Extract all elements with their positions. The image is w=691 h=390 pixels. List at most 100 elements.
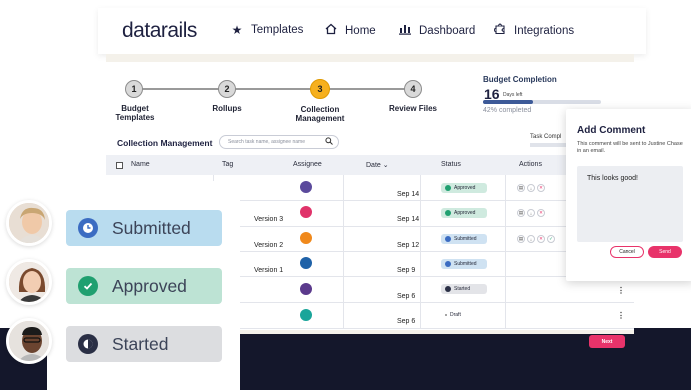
divider <box>106 54 634 62</box>
assignee-avatar[interactable] <box>300 206 312 218</box>
reject-icon[interactable]: ✕ <box>537 235 545 243</box>
days-left-label: Days left <box>503 92 523 98</box>
cancel-button[interactable]: Cancel <box>610 246 644 258</box>
row-version: Version 2 <box>254 242 284 249</box>
step-4[interactable]: 4 <box>404 80 422 98</box>
home-icon <box>324 23 338 38</box>
nav-dashboard[interactable]: Dashboard <box>398 23 475 38</box>
nav-integrations[interactable]: Integrations <box>493 23 574 38</box>
approve-icon[interactable]: ✓ <box>547 235 555 243</box>
status-text: Draft <box>450 312 461 318</box>
status-text: Approved <box>454 185 476 191</box>
dialog-title: Add Comment <box>577 125 646 136</box>
status-badge: Submitted <box>441 234 487 244</box>
task-completion-label: Task Compl <box>530 134 562 140</box>
status-label: Approved <box>112 275 187 296</box>
step-label: Budget Templates <box>115 104 155 122</box>
dialog-subtitle: This comment will be sent to Justine Cha… <box>577 141 683 154</box>
star-icon: ★ <box>231 23 243 37</box>
check-circle-icon <box>445 185 451 191</box>
status-badge: Approved <box>441 183 487 193</box>
column-date-label: Date <box>366 162 381 169</box>
dot-icon <box>445 314 447 316</box>
status-text: Started <box>454 286 471 292</box>
row-version: Version 3 <box>254 216 284 223</box>
row-actions: ▤ ↓ ✕ <box>517 209 545 217</box>
assignee-avatar[interactable] <box>300 181 312 193</box>
datarails-logo[interactable]: datarails <box>122 19 197 43</box>
clock-icon <box>445 236 451 242</box>
file-icon[interactable]: ▤ <box>517 209 525 217</box>
budget-progress-fill <box>483 100 533 104</box>
comment-textarea[interactable]: This looks good! <box>577 166 683 242</box>
file-icon[interactable]: ▤ <box>517 184 525 192</box>
reject-icon[interactable]: ✕ <box>537 209 545 217</box>
more-options-icon[interactable]: ⋮ <box>617 286 625 295</box>
column-name[interactable]: Name <box>131 161 150 168</box>
step-label: Review Files <box>388 104 438 113</box>
download-icon[interactable]: ↓ <box>527 184 535 192</box>
nav-templates[interactable]: ★ Templates <box>230 23 304 37</box>
check-circle-icon <box>78 276 98 296</box>
column-assignee[interactable]: Assignee <box>293 161 322 168</box>
search-icon <box>325 137 333 147</box>
avatar <box>6 318 52 364</box>
reject-icon[interactable]: ✕ <box>537 184 545 192</box>
next-button[interactable]: Next <box>589 335 625 348</box>
search-placeholder: Search task name, assignee name <box>228 139 305 145</box>
row-date: Sep 6 <box>397 293 416 300</box>
status-text: Submitted <box>454 236 477 242</box>
check-circle-icon <box>445 210 451 216</box>
status-badge: Started <box>441 284 487 294</box>
status-text: Approved <box>454 210 476 216</box>
step-1[interactable]: 1 <box>125 80 143 98</box>
add-comment-dialog: Add Comment This comment will be sent to… <box>566 109 691 281</box>
started-status-pill: Started <box>66 326 222 362</box>
half-circle-icon <box>445 286 451 292</box>
budget-percent: 42% completed <box>483 107 532 114</box>
row-date: Sep 14 <box>397 191 420 198</box>
collection-title: Collection Management <box>117 138 213 148</box>
column-tag[interactable]: Tag <box>222 161 233 168</box>
clock-icon <box>78 218 98 238</box>
assignee-avatar[interactable] <box>300 283 312 295</box>
avatar <box>6 259 52 305</box>
row-date: Sep 6 <box>397 318 416 325</box>
logo-text: datarails <box>122 19 197 42</box>
row-version: Version 1 <box>254 267 284 274</box>
step-number: 4 <box>410 84 416 94</box>
puzzle-icon <box>493 23 507 38</box>
select-all-checkbox[interactable] <box>116 162 123 169</box>
step-number: 2 <box>224 84 230 94</box>
task-completion-bar <box>530 143 570 147</box>
status-text: Submitted <box>454 261 477 267</box>
column-date[interactable]: Date ⌄ <box>366 161 389 169</box>
search-input[interactable]: Search task name, assignee name <box>219 135 339 149</box>
half-circle-icon <box>78 334 98 354</box>
status-badge: Approved <box>441 208 487 218</box>
nav-label: Templates <box>251 24 304 36</box>
step-3[interactable]: 3 <box>310 79 330 99</box>
step-label: Rollups <box>212 104 242 113</box>
download-icon[interactable]: ↓ <box>527 209 535 217</box>
more-options-icon[interactable]: ⋮ <box>617 311 625 320</box>
nav-label: Home <box>345 24 376 37</box>
row-date: Sep 12 <box>397 242 420 249</box>
column-status[interactable]: Status <box>441 161 461 168</box>
row-date: Sep 14 <box>397 216 420 223</box>
assignee-avatar[interactable] <box>300 309 312 321</box>
status-badge: Draft <box>441 310 487 320</box>
assignee-avatar[interactable] <box>300 232 312 244</box>
file-icon[interactable]: ▤ <box>517 235 525 243</box>
avatar <box>6 200 52 246</box>
download-icon[interactable]: ↓ <box>527 235 535 243</box>
assignee-avatar[interactable] <box>300 257 312 269</box>
bar-chart-icon <box>398 23 412 38</box>
step-number: 1 <box>131 84 137 94</box>
row-date: Sep 9 <box>397 267 416 274</box>
send-button[interactable]: Send <box>648 246 682 258</box>
step-2[interactable]: 2 <box>218 80 236 98</box>
nav-home[interactable]: Home <box>324 23 376 38</box>
stepper-line <box>134 88 414 90</box>
step-number: 3 <box>317 84 323 94</box>
